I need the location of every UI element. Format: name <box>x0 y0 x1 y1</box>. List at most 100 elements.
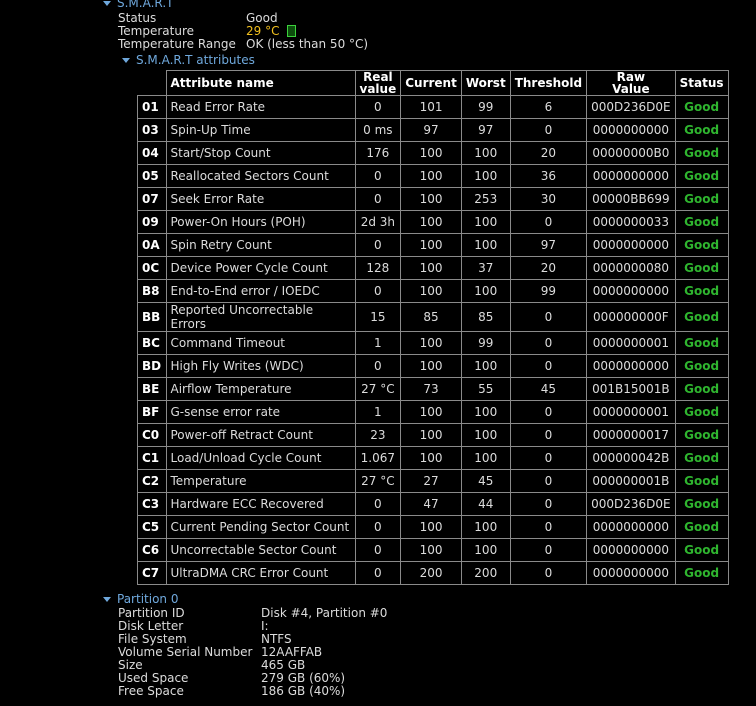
attribute-id: BF <box>137 400 167 424</box>
smart-section-header[interactable]: S.M.A.R.T <box>103 0 173 10</box>
attribute-name: Seek Error Rate <box>165 187 356 211</box>
attribute-raw-value: 0000000033 <box>586 210 676 234</box>
attribute-id: 0C <box>137 256 167 280</box>
attribute-real-value: 0 <box>354 164 402 188</box>
attribute-current: 100 <box>400 331 462 355</box>
column-header-current: Current <box>400 70 462 96</box>
attribute-status: Good <box>674 256 729 280</box>
partition-section-header[interactable]: Partition 0 <box>103 592 178 606</box>
collapse-arrow-icon[interactable] <box>103 0 111 6</box>
attribute-id: B8 <box>137 279 167 303</box>
attribute-status: Good <box>674 210 729 234</box>
table-row: 0A Spin Retry Count 0 100 100 97 0000000000 Goo… <box>137 233 729 257</box>
attribute-threshold: 0 <box>509 354 588 378</box>
attribute-id: 05 <box>137 164 167 188</box>
attribute-threshold: 0 <box>509 515 588 539</box>
attribute-id: C1 <box>137 446 167 470</box>
attribute-status: Good <box>674 302 729 332</box>
attribute-current: 100 <box>400 233 462 257</box>
attribute-status: Good <box>674 95 729 119</box>
attribute-worst: 100 <box>460 515 511 539</box>
attribute-real-value: 0 <box>354 515 402 539</box>
attribute-threshold: 0 <box>509 400 588 424</box>
smart-attributes-body: 01 Read Error Rate 0 101 99 6 000D236D0E Good 03… <box>137 95 729 585</box>
attribute-id: 04 <box>137 141 167 165</box>
table-row: C2 Temperature 27 °C 27 45 0 000000001B Good <box>137 469 729 493</box>
attribute-current: 47 <box>400 492 462 516</box>
table-row: 09 Power-On Hours (POH) 2d 3h 100 100 0 000000… <box>137 210 729 234</box>
attribute-name: G-sense error rate <box>165 400 356 424</box>
attribute-raw-value: 0000000000 <box>586 354 676 378</box>
attribute-id: C0 <box>137 423 167 447</box>
table-row: C0 Power-off Retract Count 23 100 100 0 000000… <box>137 423 729 447</box>
attribute-real-value: 176 <box>354 141 402 165</box>
attribute-id: BE <box>137 377 167 401</box>
attribute-worst: 100 <box>460 538 511 562</box>
column-header-threshold: Threshold <box>509 70 588 96</box>
attribute-real-value: 1 <box>354 331 402 355</box>
attribute-threshold: 0 <box>509 210 588 234</box>
attribute-status: Good <box>674 538 729 562</box>
attribute-name: Command Timeout <box>165 331 356 355</box>
attribute-raw-value: 0000000000 <box>586 561 676 585</box>
smart-summary: Status Good Temperature 29 °C Temperatur… <box>118 12 368 51</box>
table-row: C7 UltraDMA CRC Error Count 0 200 200 0 000000… <box>137 561 729 585</box>
table-row: B8 End-to-End error / IOEDC 0 100 100 99 00000… <box>137 279 729 303</box>
attribute-worst: 100 <box>460 233 511 257</box>
attribute-worst: 100 <box>460 423 511 447</box>
attribute-current: 100 <box>400 423 462 447</box>
column-header-raw-value: Raw Value <box>586 70 676 96</box>
attribute-id: C7 <box>137 561 167 585</box>
attribute-id: C6 <box>137 538 167 562</box>
attribute-name: High Fly Writes (WDC) <box>165 354 356 378</box>
attribute-status: Good <box>674 377 729 401</box>
table-row: 01 Read Error Rate 0 101 99 6 000D236D0E Good <box>137 95 729 119</box>
attribute-current: 100 <box>400 538 462 562</box>
attribute-current: 100 <box>400 210 462 234</box>
attribute-current: 100 <box>400 515 462 539</box>
attribute-raw-value: 0000000000 <box>586 279 676 303</box>
attribute-real-value: 2d 3h <box>354 210 402 234</box>
attribute-id: BC <box>137 331 167 355</box>
table-row: C1 Load/Unload Cycle Count 1.067 100 100 0 000… <box>137 446 729 470</box>
smart-attributes-table: Attribute name Real value Current Worst … <box>137 70 729 585</box>
attribute-real-value: 1 <box>354 400 402 424</box>
attribute-name: Uncorrectable Sector Count <box>165 538 356 562</box>
attribute-current: 100 <box>400 279 462 303</box>
attribute-worst: 100 <box>460 354 511 378</box>
attribute-threshold: 30 <box>509 187 588 211</box>
table-row: 07 Seek Error Rate 0 100 253 30 00000BB699 Good <box>137 187 729 211</box>
attribute-raw-value: 0000000000 <box>586 233 676 257</box>
attribute-worst: 100 <box>460 279 511 303</box>
smart-attributes-header[interactable]: S.M.A.R.T attributes <box>122 53 255 67</box>
attribute-id: C2 <box>137 469 167 493</box>
attribute-worst: 55 <box>460 377 511 401</box>
attribute-name: Reallocated Sectors Count <box>165 164 356 188</box>
attribute-id: 03 <box>137 118 167 142</box>
attribute-current: 100 <box>400 141 462 165</box>
attribute-worst: 45 <box>460 469 511 493</box>
collapse-arrow-icon[interactable] <box>122 57 130 63</box>
attribute-id: 09 <box>137 210 167 234</box>
attribute-status: Good <box>674 492 729 516</box>
table-row: BF G-sense error rate 1 100 100 0 0000000001 Go… <box>137 400 729 424</box>
temperature-range-value: OK (less than 50 °C) <box>246 37 369 51</box>
attribute-real-value: 0 <box>354 187 402 211</box>
attribute-threshold: 45 <box>509 377 588 401</box>
attribute-raw-value: 0000000000 <box>586 515 676 539</box>
attribute-real-value: 0 <box>354 354 402 378</box>
collapse-arrow-icon[interactable] <box>103 596 111 602</box>
attribute-current: 100 <box>400 354 462 378</box>
smart-header-label: S.M.A.R.T <box>117 0 174 10</box>
attribute-worst: 200 <box>460 561 511 585</box>
attribute-name: Current Pending Sector Count <box>165 515 356 539</box>
attribute-threshold: 0 <box>509 302 588 332</box>
table-row: C3 Hardware ECC Recovered 0 47 44 0 000D236D0E… <box>137 492 729 516</box>
attribute-raw-value: 000D236D0E <box>586 95 676 119</box>
attribute-threshold: 0 <box>509 423 588 447</box>
partition-detail-label: Free Space <box>118 684 184 698</box>
attribute-name: Reported Uncorrectable Errors <box>165 302 356 332</box>
attribute-worst: 85 <box>460 302 511 332</box>
attribute-current: 27 <box>400 469 462 493</box>
attribute-name: Airflow Temperature <box>165 377 356 401</box>
